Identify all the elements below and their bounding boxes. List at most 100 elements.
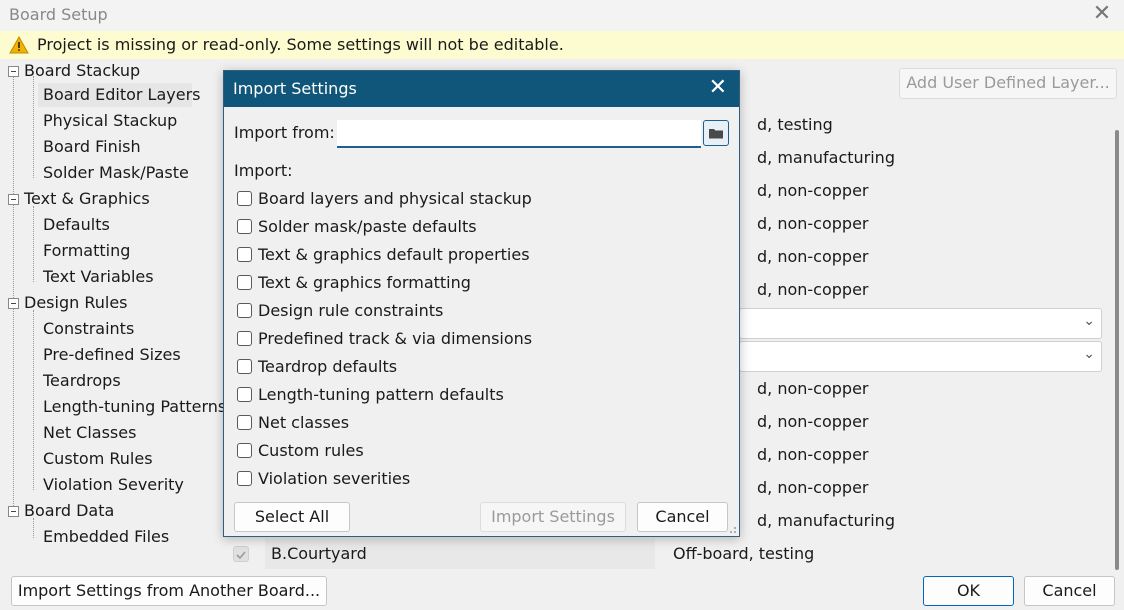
layer-type-cell: d, non-copper	[757, 214, 869, 233]
tree-node-label: Net Classes	[43, 423, 137, 442]
layer-enabled-checkbox[interactable]	[233, 546, 249, 562]
tree-node-net-classes[interactable]: Net Classes	[43, 421, 136, 445]
layer-type-cell: d, non-copper	[757, 445, 869, 464]
window-titlebar: Board Setup ✕	[0, 0, 1124, 31]
checkbox[interactable]	[237, 218, 252, 234]
option-label: Length-tuning pattern defaults	[258, 385, 504, 404]
layer-type-select[interactable]: ⌄	[739, 341, 1102, 372]
ok-button[interactable]: OK	[923, 576, 1014, 606]
tree-node-label: Teardrops	[43, 371, 121, 390]
option-label: Text & graphics formatting	[258, 273, 471, 292]
add-user-defined-layer-button[interactable]: Add User Defined Layer...	[899, 68, 1117, 99]
checkbox[interactable]	[237, 330, 252, 346]
layer-type-cell: d, non-copper	[757, 478, 869, 497]
option-length-tuning-defaults[interactable]: Length-tuning pattern defaults	[237, 383, 504, 407]
dialog-titlebar: Import Settings ✕	[224, 71, 739, 107]
import-settings-button[interactable]: Import Settings	[480, 502, 626, 532]
window-close-icon[interactable]: ✕	[1088, 2, 1116, 28]
tree-node-label: Formatting	[43, 241, 131, 260]
layer-type-cell: d, non-copper	[757, 247, 869, 266]
option-label: Text & graphics default properties	[258, 245, 530, 264]
tree-node-text-variables[interactable]: Text Variables	[43, 265, 154, 289]
option-text-graphics-formatting[interactable]: Text & graphics formatting	[237, 271, 471, 295]
resize-grip-icon[interactable]	[727, 524, 737, 534]
import-from-input[interactable]	[337, 120, 701, 148]
dialog-close-icon[interactable]: ✕	[709, 75, 727, 101]
browse-button[interactable]	[703, 120, 729, 146]
import-from-label: Import from:	[234, 123, 335, 142]
tree-node-physical-stackup[interactable]: Physical Stackup	[43, 109, 177, 133]
tree-node-board-editor-layers[interactable]: Board Editor Layers	[38, 83, 201, 107]
tree-node-formatting[interactable]: Formatting	[43, 239, 130, 263]
layer-type-cell: Off-board, testing	[673, 544, 815, 563]
option-label: Violation severities	[258, 469, 411, 488]
tree-node-label: Design Rules	[24, 293, 128, 312]
tree-node-board-finish[interactable]: Board Finish	[43, 135, 141, 159]
checkbox[interactable]	[237, 414, 252, 430]
option-teardrop-defaults[interactable]: Teardrop defaults	[237, 355, 397, 379]
option-net-classes[interactable]: Net classes	[237, 411, 349, 435]
tree-node-length-tuning-patterns[interactable]: Length-tuning Patterns	[43, 395, 226, 419]
option-label: Net classes	[258, 413, 350, 432]
collapse-icon[interactable]	[8, 506, 19, 517]
option-board-layers[interactable]: Board layers and physical stackup	[237, 187, 532, 211]
warning-text: Project is missing or read-only. Some se…	[37, 35, 564, 54]
checkbox[interactable]	[237, 274, 252, 290]
cancel-button[interactable]: Cancel	[1024, 576, 1115, 606]
option-track-via-dimensions[interactable]: Predefined track & via dimensions	[237, 327, 532, 351]
option-solder-mask[interactable]: Solder mask/paste defaults	[237, 215, 477, 239]
tree-node-label: Custom Rules	[43, 449, 153, 468]
option-violation-severities[interactable]: Violation severities	[237, 467, 410, 491]
tree-node-custom-rules[interactable]: Custom Rules	[43, 447, 153, 471]
tree-node-constraints[interactable]: Constraints	[43, 317, 134, 341]
option-label: Design rule constraints	[258, 301, 444, 320]
window-title: Board Setup	[9, 5, 108, 24]
collapse-icon[interactable]	[8, 66, 19, 77]
collapse-icon[interactable]	[8, 194, 19, 205]
option-label: Board layers and physical stackup	[258, 189, 532, 208]
checkbox[interactable]	[237, 302, 252, 318]
select-all-button[interactable]: Select All	[234, 502, 350, 532]
tree-node-label: Defaults	[43, 215, 110, 234]
dialog-title: Import Settings	[233, 79, 357, 98]
tree-node-defaults[interactable]: Defaults	[43, 213, 110, 237]
tree-node-label: Violation Severity	[43, 475, 184, 494]
checkbox[interactable]	[237, 442, 252, 458]
vertical-scrollbar[interactable]	[1115, 130, 1119, 570]
tree-node-label: Board Stackup	[24, 61, 141, 80]
layer-type-cell: d, non-copper	[757, 181, 869, 200]
layer-type-cell: d, manufacturing	[757, 511, 895, 530]
readonly-warning-bar: Project is missing or read-only. Some se…	[0, 31, 1124, 59]
layer-name-cell: B.Courtyard	[271, 544, 367, 563]
tree-line	[33, 76, 34, 178]
option-label: Custom rules	[258, 441, 364, 460]
import-settings-from-board-button[interactable]: Import Settings from Another Board...	[11, 576, 327, 606]
tree-node-label: Embedded Files	[43, 527, 170, 546]
tree-line	[33, 206, 34, 282]
checkbox[interactable]	[237, 358, 252, 374]
tree-node-label: Pre-defined Sizes	[43, 345, 181, 364]
checkbox[interactable]	[237, 190, 252, 206]
checkbox[interactable]	[237, 386, 252, 402]
tree-node-pre-defined-sizes[interactable]: Pre-defined Sizes	[43, 343, 181, 367]
tree-line	[33, 310, 34, 490]
option-custom-rules[interactable]: Custom rules	[237, 439, 364, 463]
tree-node-label: Length-tuning Patterns	[43, 397, 227, 416]
tree-node-teardrops[interactable]: Teardrops	[43, 369, 121, 393]
option-label: Solder mask/paste defaults	[258, 217, 477, 236]
dialog-cancel-button[interactable]: Cancel	[637, 502, 728, 532]
layer-type-select[interactable]: ⌄	[739, 308, 1102, 339]
layer-type-cell: d, non-copper	[757, 280, 869, 299]
collapse-icon[interactable]	[8, 298, 19, 309]
tree-node-solder-mask-paste[interactable]: Solder Mask/Paste	[43, 161, 189, 185]
tree-node-embedded-files[interactable]: Embedded Files	[43, 525, 169, 549]
tree-node-label: Board Data	[24, 501, 115, 520]
folder-icon	[709, 129, 723, 139]
option-design-rule-constraints[interactable]: Design rule constraints	[237, 299, 443, 323]
checkmark-icon	[236, 551, 246, 560]
checkbox[interactable]	[237, 246, 252, 262]
tree-node-violation-severity[interactable]: Violation Severity	[43, 473, 184, 497]
option-text-graphics-defaults[interactable]: Text & graphics default properties	[237, 243, 530, 267]
checkbox[interactable]	[237, 470, 252, 486]
tree-node-label: Text & Graphics	[24, 189, 150, 208]
